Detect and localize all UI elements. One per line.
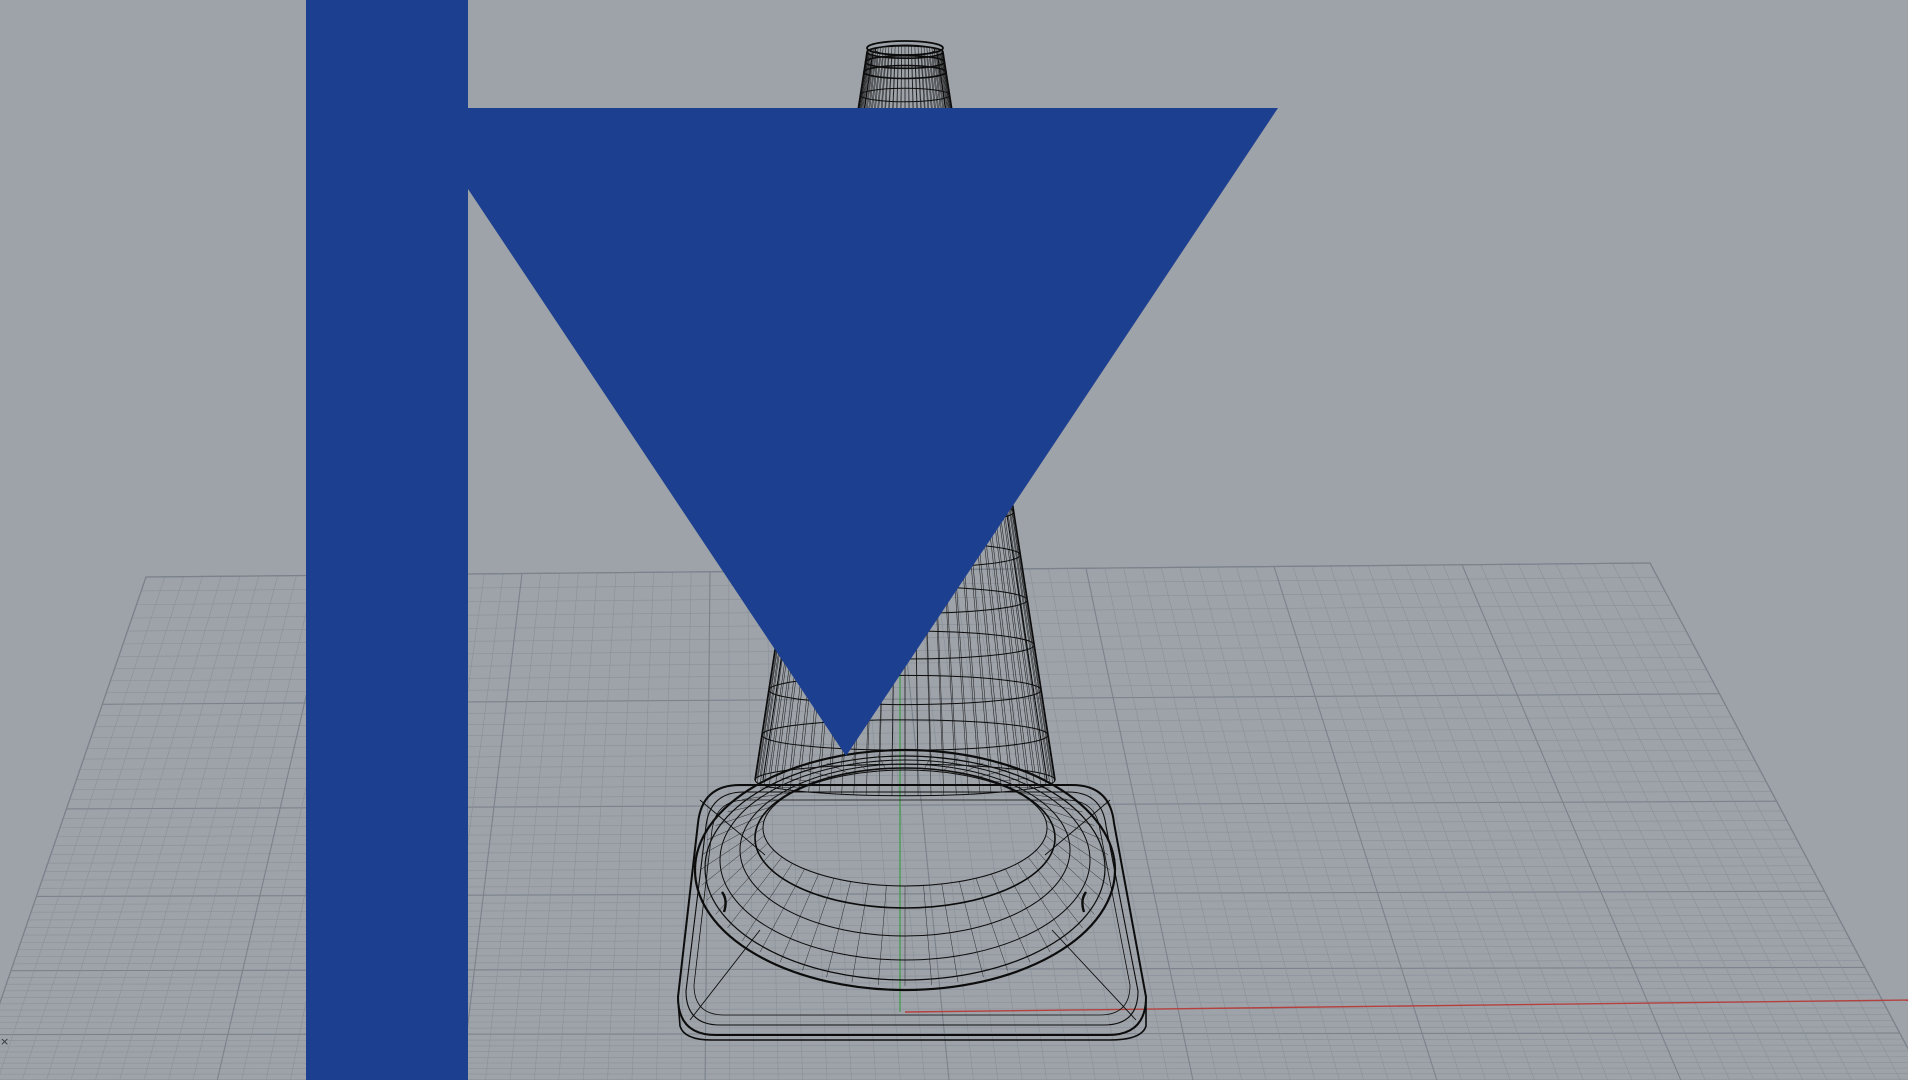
viewport[interactable]: × [0,0,1908,1080]
viewport-menu-icon[interactable] [0,0,1908,1080]
axis-glyph: × [0,1035,10,1048]
